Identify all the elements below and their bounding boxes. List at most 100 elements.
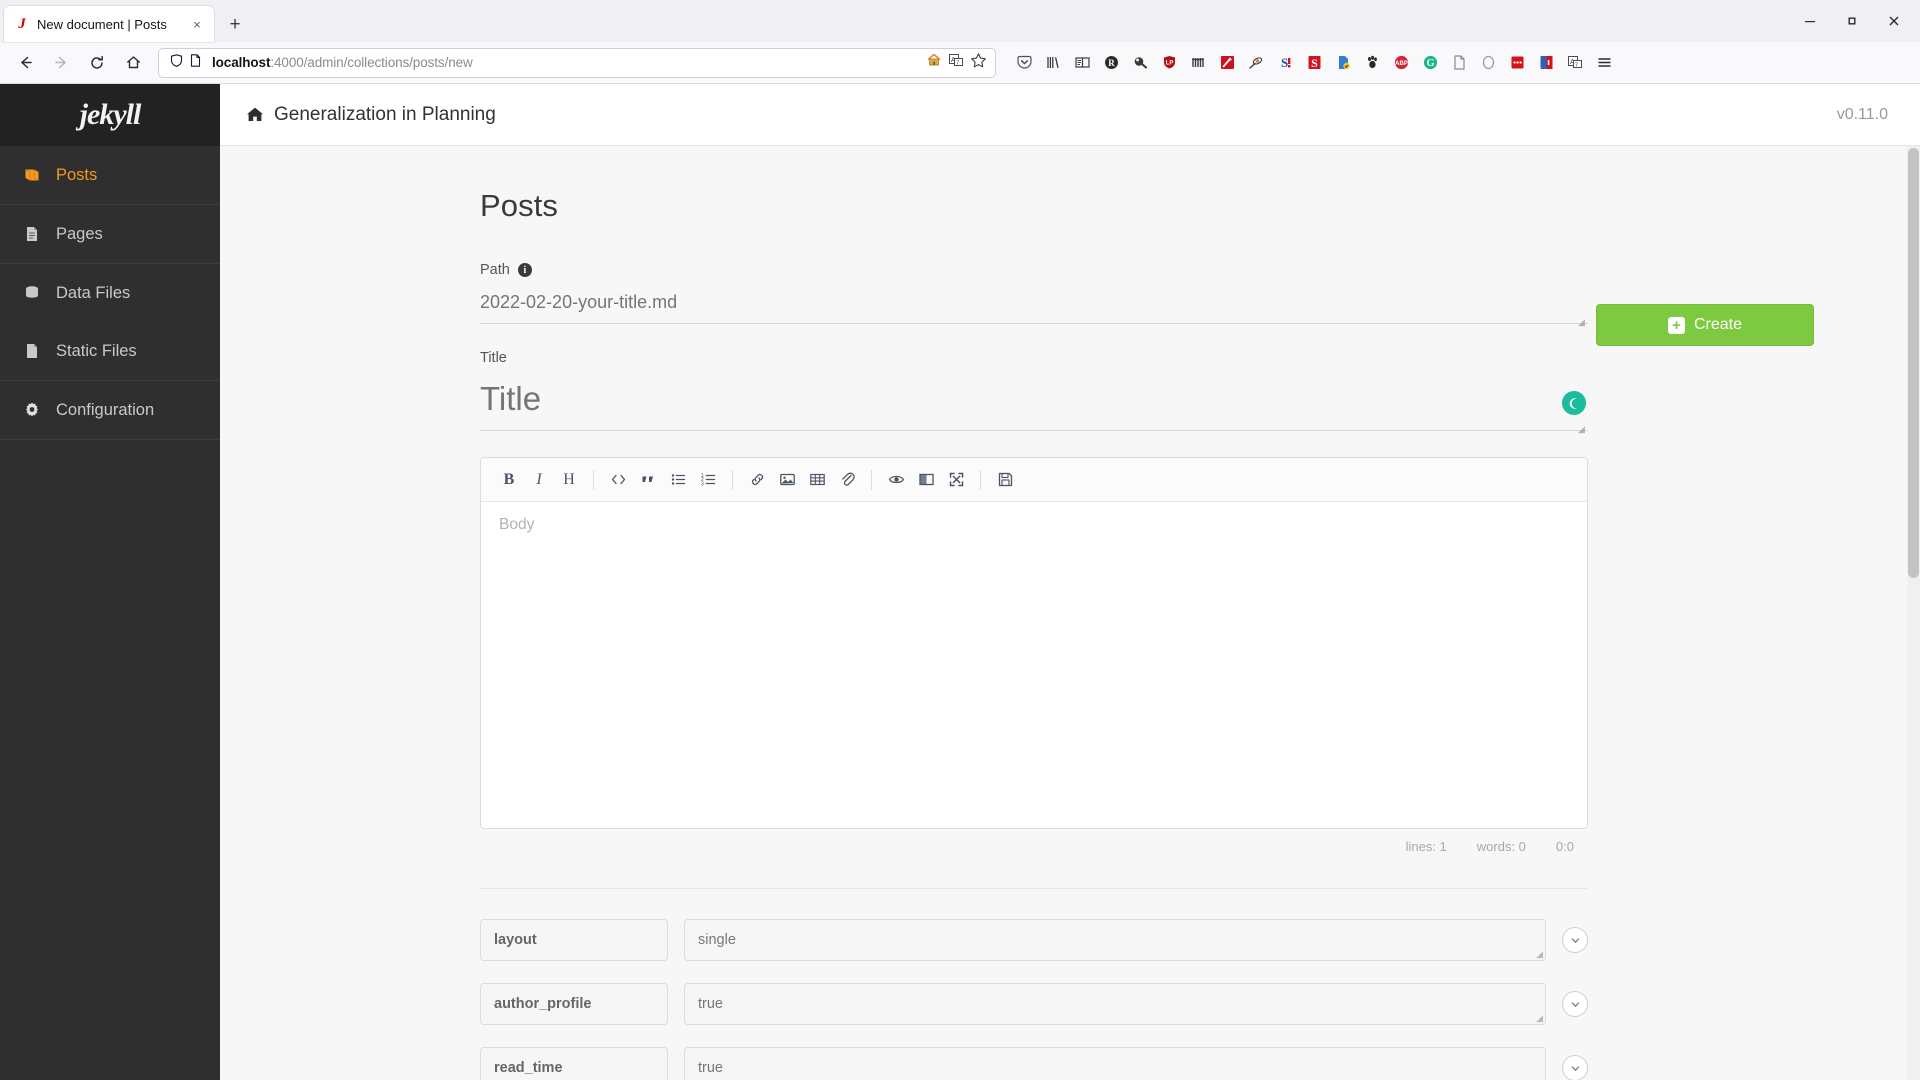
save-icon[interactable]	[991, 466, 1019, 494]
home-bookmark-icon[interactable]	[926, 52, 942, 73]
front-matter-key[interactable]: author_profile	[480, 983, 668, 1025]
hamburger-menu-icon[interactable]	[1590, 48, 1619, 78]
browser-tab[interactable]: J New document | Posts ×	[4, 6, 214, 42]
forward-arrow-icon[interactable]	[44, 47, 78, 79]
ball-icon[interactable]	[1126, 48, 1155, 78]
code-icon[interactable]	[604, 466, 632, 494]
jekyll-favicon-icon: J	[18, 15, 26, 32]
toolbar-separator	[732, 469, 733, 490]
close-icon[interactable]	[1874, 6, 1914, 36]
address-bar-left-icons	[165, 53, 203, 73]
svg-text:LP: LP	[1166, 61, 1174, 67]
front-matter-key[interactable]: read_time	[480, 1047, 668, 1080]
sidebar-item-data-files[interactable]: Data Files	[0, 264, 220, 322]
extension-toolbar: R LP S S ABP G A 7	[1010, 48, 1619, 78]
create-button[interactable]: + Create	[1596, 304, 1814, 346]
link-icon[interactable]	[743, 466, 771, 494]
path-input[interactable]	[480, 288, 1588, 324]
grey-doc-icon[interactable]	[1445, 48, 1474, 78]
tab-close-icon[interactable]: ×	[188, 15, 206, 33]
abp-icon[interactable]: ABP	[1387, 48, 1416, 78]
front-matter-value[interactable]: true	[684, 1047, 1546, 1080]
shield-icon[interactable]	[169, 53, 184, 73]
new-tab-button[interactable]: +	[220, 9, 250, 39]
scrollbar-thumb[interactable]	[1908, 148, 1919, 578]
side-by-side-icon[interactable]	[912, 466, 940, 494]
pocket-icon[interactable]	[1010, 48, 1039, 78]
breadcrumb[interactable]: Generalization in Planning	[246, 104, 496, 126]
browser-window: J New document | Posts × + localhost:400…	[0, 0, 1920, 1080]
url-text[interactable]: localhost:4000/admin/collections/posts/n…	[208, 55, 921, 70]
heading-icon[interactable]: H	[555, 466, 583, 494]
table-icon[interactable]	[803, 466, 831, 494]
back-arrow-icon[interactable]	[8, 47, 42, 79]
toolbar-separator	[871, 469, 872, 490]
svg-text:3: 3	[701, 481, 704, 487]
jekyll-logo[interactable]: jekyll	[0, 84, 220, 146]
moon-icon[interactable]	[1562, 391, 1586, 415]
body-input[interactable]: Body	[481, 502, 1587, 828]
library-icon[interactable]	[1039, 48, 1068, 78]
red-dots-icon[interactable]	[1503, 48, 1532, 78]
main-area: Generalization in Planning v0.11.0 Posts…	[220, 84, 1920, 1080]
sidebar-item-static-files[interactable]: Static Files	[0, 322, 220, 380]
blue-doc-icon[interactable]	[1329, 48, 1358, 78]
database-icon	[22, 284, 42, 302]
info-icon[interactable]: i	[517, 263, 532, 277]
reader-sidebar-icon[interactable]	[1068, 48, 1097, 78]
chevron-down-icon[interactable]	[1562, 991, 1588, 1017]
front-matter-value[interactable]: true	[684, 983, 1546, 1025]
reload-icon[interactable]	[80, 47, 114, 79]
path-field-group: Path i ◢	[480, 262, 1588, 327]
bold-icon[interactable]: B	[495, 466, 523, 494]
home-icon[interactable]	[116, 47, 150, 79]
ordered-list-icon[interactable]: 123	[694, 466, 722, 494]
r-circle-icon[interactable]: R	[1097, 48, 1126, 78]
maximize-icon[interactable]	[1832, 6, 1872, 36]
translate-doc-icon[interactable]: A7	[1561, 48, 1590, 78]
wizard-wand-icon[interactable]	[1213, 48, 1242, 78]
image-icon[interactable]	[773, 466, 801, 494]
editor-lines-count: lines: 1	[1405, 839, 1447, 854]
comet-icon[interactable]	[1242, 48, 1271, 78]
preview-icon[interactable]	[882, 466, 910, 494]
s-exclaim-icon[interactable]: S	[1271, 48, 1300, 78]
front-matter-fields: layout single ◢ author_profile true ◢ re…	[480, 888, 1588, 1080]
chevron-down-icon[interactable]	[1562, 927, 1588, 953]
lastpass-icon[interactable]: LP	[1155, 48, 1184, 78]
window-controls	[1790, 6, 1914, 36]
sidebar-item-configuration[interactable]: Configuration	[0, 381, 220, 439]
quote-icon[interactable]	[634, 466, 662, 494]
path-label: Path	[480, 262, 510, 278]
attachment-icon[interactable]	[833, 466, 861, 494]
minimize-icon[interactable]	[1790, 6, 1830, 36]
scroll-content: Posts Path i ◢	[220, 146, 1920, 1080]
italic-icon[interactable]: I	[525, 466, 553, 494]
top-bar: Generalization in Planning v0.11.0	[220, 84, 1920, 146]
toolbar-separator	[980, 469, 981, 490]
page-scrollbar[interactable]	[1907, 146, 1920, 1080]
address-bar[interactable]: localhost:4000/admin/collections/posts/n…	[158, 47, 996, 78]
chevron-down-icon[interactable]	[1562, 1055, 1588, 1080]
fullscreen-icon[interactable]	[942, 466, 970, 494]
page-info-icon[interactable]	[188, 53, 203, 73]
front-matter-value[interactable]: single	[684, 919, 1546, 961]
translate-icon[interactable]: A7	[948, 52, 964, 73]
red-book-icon[interactable]	[1532, 48, 1561, 78]
sidebar-item-posts[interactable]: Posts	[0, 146, 220, 204]
front-matter-row: read_time true ◢	[480, 1047, 1588, 1080]
sidebar-item-pages[interactable]: Pages	[0, 205, 220, 263]
tab-strip: J New document | Posts × +	[0, 0, 1920, 42]
title-field-group: Title ◢	[480, 350, 1588, 434]
title-label: Title	[480, 350, 507, 366]
front-matter-key[interactable]: layout	[480, 919, 668, 961]
g-circle-icon[interactable]: G	[1416, 48, 1445, 78]
circle-outline-icon[interactable]	[1474, 48, 1503, 78]
s-red-icon[interactable]: S	[1300, 48, 1329, 78]
file-icon	[22, 342, 42, 360]
comb-icon[interactable]	[1184, 48, 1213, 78]
unordered-list-icon[interactable]	[664, 466, 692, 494]
star-bookmark-icon[interactable]	[970, 52, 987, 74]
paw-icon[interactable]	[1358, 48, 1387, 78]
title-input[interactable]	[480, 376, 1588, 431]
